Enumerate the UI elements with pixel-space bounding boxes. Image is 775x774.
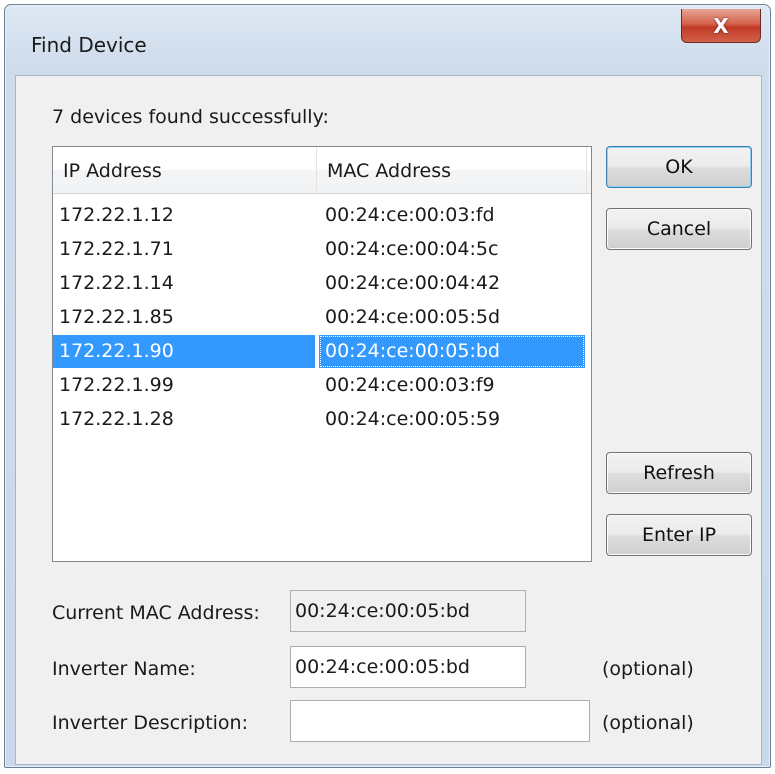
cell-ip-address: 172.22.1.12 <box>59 204 174 226</box>
inverter-description-label: Inverter Description: <box>52 712 248 734</box>
find-device-window: Find Device X 7 devices found successful… <box>4 4 771 768</box>
device-list-header: IP Address MAC Address <box>53 147 591 194</box>
window-title: Find Device <box>31 33 147 57</box>
inverter-name-input[interactable]: 00:24:ce:00:05:bd <box>290 646 526 688</box>
cell-mac-address: 00:24:ce:00:05:5d <box>325 306 500 328</box>
table-row[interactable]: 172.22.1.90 00:24:ce:00:05:bd <box>53 335 591 369</box>
status-text: 7 devices found successfully: <box>52 106 329 128</box>
table-row[interactable]: 172.22.1.28 00:24:ce:00:05:59 <box>53 403 591 437</box>
cell-mac-address: 00:24:ce:00:03:fd <box>325 204 495 226</box>
table-row[interactable]: 172.22.1.14 00:24:ce:00:04:42 <box>53 267 591 301</box>
current-mac-field: 00:24:ce:00:05:bd <box>290 590 526 632</box>
inverter-description-input[interactable] <box>290 700 590 742</box>
cell-ip-address: 172.22.1.28 <box>59 408 174 430</box>
cancel-button[interactable]: Cancel <box>606 208 752 250</box>
cell-mac-address: 00:24:ce:00:05:bd <box>319 335 585 368</box>
table-row[interactable]: 172.22.1.99 00:24:ce:00:03:f9 <box>53 369 591 403</box>
table-row[interactable]: 172.22.1.12 00:24:ce:00:03:fd <box>53 199 591 233</box>
device-list[interactable]: IP Address MAC Address 172.22.1.12 00:24:… <box>52 146 592 562</box>
inverter-name-label: Inverter Name: <box>52 658 196 680</box>
cell-mac-address: 00:24:ce:00:03:f9 <box>325 374 495 396</box>
inverter-name-hint: (optional) <box>602 658 694 680</box>
cell-ip-address: 172.22.1.14 <box>59 272 174 294</box>
inverter-description-hint: (optional) <box>602 712 694 734</box>
dialog-body: 7 devices found successfully: IP Address… <box>15 75 762 765</box>
cell-ip-address: 172.22.1.71 <box>59 238 174 260</box>
refresh-button[interactable]: Refresh <box>606 452 752 494</box>
cell-mac-address: 00:24:ce:00:04:42 <box>325 272 501 294</box>
cell-ip-address: 172.22.1.85 <box>59 306 174 328</box>
device-list-rows: 172.22.1.12 00:24:ce:00:03:fd 172.22.1.71 0… <box>53 199 591 437</box>
close-icon: X <box>713 13 729 38</box>
ok-button[interactable]: OK <box>606 146 752 188</box>
cell-ip-address: 172.22.1.99 <box>59 374 174 396</box>
column-header-mac[interactable]: MAC Address <box>317 147 587 193</box>
close-button[interactable]: X <box>681 9 761 43</box>
current-mac-label: Current MAC Address: <box>52 602 260 624</box>
cell-ip-address: 172.22.1.90 <box>53 335 315 368</box>
cell-mac-address: 00:24:ce:00:05:59 <box>325 408 501 430</box>
enter-ip-button[interactable]: Enter IP <box>606 514 752 556</box>
column-header-ip[interactable]: IP Address <box>53 147 317 193</box>
table-row[interactable]: 172.22.1.85 00:24:ce:00:05:5d <box>53 301 591 335</box>
table-row[interactable]: 172.22.1.71 00:24:ce:00:04:5c <box>53 233 591 267</box>
cell-mac-address: 00:24:ce:00:04:5c <box>325 238 499 260</box>
